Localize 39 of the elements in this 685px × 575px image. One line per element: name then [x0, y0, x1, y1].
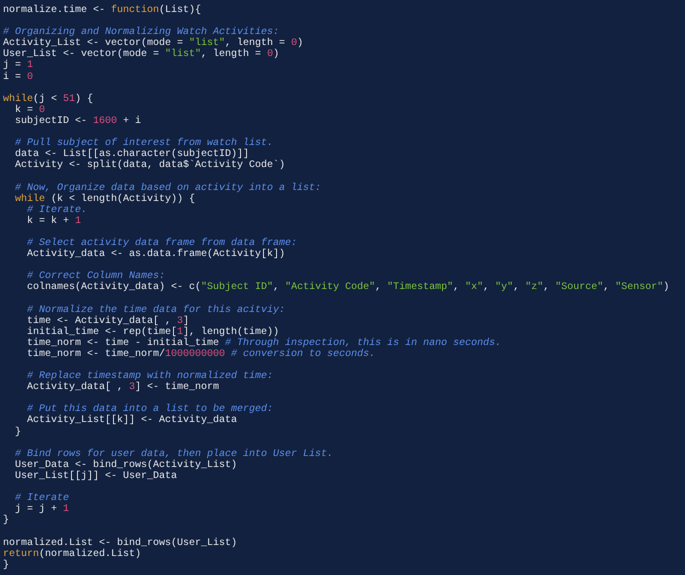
- code-line: # Pull subject of interest from watch list.: [14, 138, 274, 150]
- code-line: Activity_List <- vector(mode = "list", length = 0): [3, 38, 304, 50]
- code-line: User_List <- vector(mode = "list", length = 0): [3, 49, 280, 60]
- code-line: j = 1: [3, 60, 34, 72]
- code-line: }: [3, 515, 10, 526]
- code-line: # Now, Organize data based on activity into a list:: [14, 182, 322, 194]
- code-line: # Select activity data frame from data frame:: [26, 238, 298, 249]
- code-line: # Iterate: [14, 493, 70, 504]
- code-line: User_Data <- bind_rows(Activity_List): [14, 460, 238, 471]
- code-line: Activity_List[[k]] <- Activity_data: [26, 415, 238, 427]
- code-line: while (k < length(Activity)) {: [14, 194, 196, 205]
- code-line: User_List[[j]] <- User_Data: [14, 470, 178, 482]
- code-line: time <- Activity_data[ , 3]: [26, 316, 190, 327]
- code-line: data <- List[[as.character(subjectID)]]: [14, 149, 250, 160]
- code-line: # Iterate.: [26, 204, 88, 216]
- code-line: # Normalize the time data for this acitviy:: [26, 304, 286, 316]
- code-line: # Put this data into a list to be merged:: [26, 404, 274, 416]
- code-line: initial_time <- rep(time[1], length(time)): [26, 326, 280, 338]
- code-line: # Bind rows for user data, then place into User List.: [14, 448, 334, 460]
- code-line: return(normalized.List): [3, 548, 142, 560]
- code-line: # Correct Column Names:: [26, 271, 166, 282]
- code-line: i = 0: [3, 72, 34, 83]
- code-line: # Organizing and Normalizing Watch Activities:: [3, 27, 280, 38]
- code-line: time_norm <- time_norm/1000000000 # conversion to seconds.: [26, 348, 376, 360]
- code-line: }: [3, 560, 10, 571]
- code-line: Activity_data[ , 3] <- time_norm: [26, 382, 220, 394]
- code-line: colnames(Activity_data) <- c("Subject ID", "Activity Code", "Timestamp", "x", "y", "z", "Source", "Sensor"): [26, 282, 670, 294]
- code-line: k = 0: [14, 104, 46, 116]
- code-line: time_norm <- time - initial_time # Through inspection, this is in nano seconds.: [26, 338, 502, 349]
- code-line: }: [14, 426, 22, 438]
- code-line: subjectID <- 1600 + i: [14, 116, 142, 128]
- code-line: normalized.List <- bind_rows(User_List): [3, 538, 238, 548]
- code-line: # Replace timestamp with normalized time:: [26, 371, 274, 382]
- code-line: while(j < 51) {: [3, 94, 94, 105]
- code-line: Activity_data <- as.data.frame(Activity[k]): [26, 249, 286, 260]
- code-line: k = k + 1: [26, 216, 82, 227]
- code-line: Activity <- split(data, data$`Activity Code`): [14, 160, 286, 172]
- code-line: j = j + 1: [14, 504, 70, 516]
- code-line: normalize.time <- function(List){: [3, 5, 202, 16]
